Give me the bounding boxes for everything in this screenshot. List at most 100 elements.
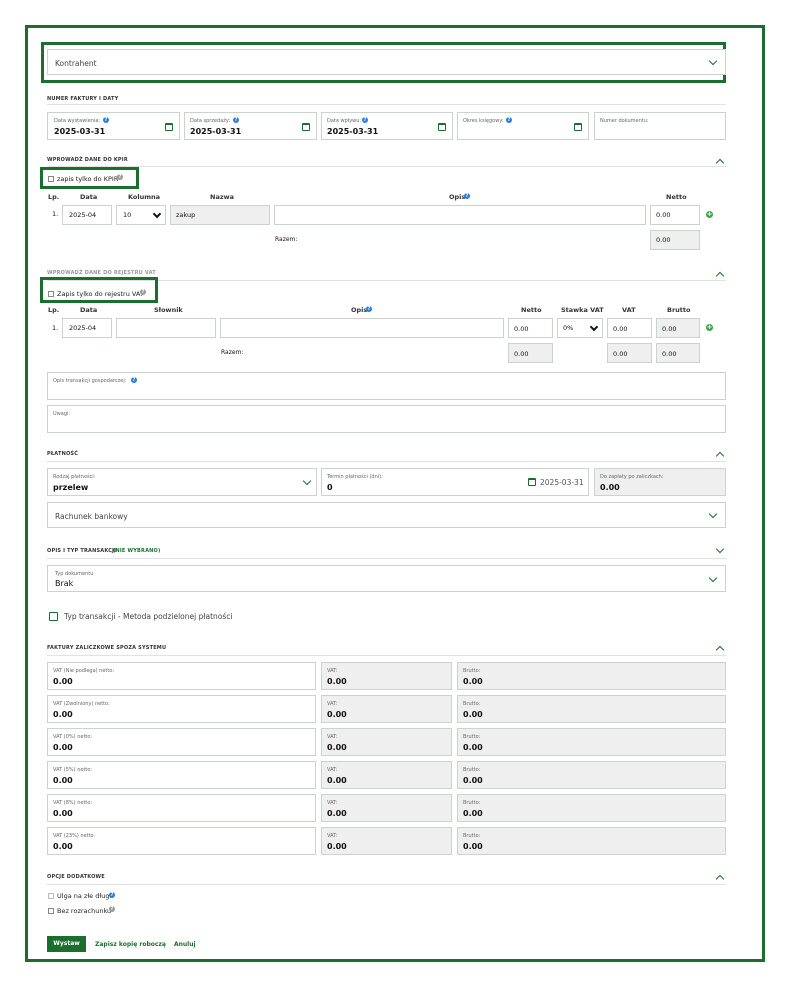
wystaw-button[interactable]: Wystaw	[47, 936, 86, 952]
zaliczka-netto-field[interactable]: VAT (0%) netto: 0.00	[47, 728, 316, 756]
calendar-icon[interactable]	[165, 123, 173, 131]
field-label: VAT (5%) netto:	[53, 767, 93, 773]
field-label: VAT:	[327, 800, 338, 806]
vat-netto-input[interactable]: 0.00	[508, 318, 553, 338]
cell-value: 2025-04	[69, 211, 97, 219]
col-netto: Netto	[666, 193, 687, 201]
opis-transakcji-field[interactable]: Opis transakcji gospodarczej: ?	[47, 372, 726, 400]
field-label: VAT (23%) netto:	[53, 833, 96, 839]
vat-data-input[interactable]: 2025-04	[62, 318, 112, 338]
kontrahent-select[interactable]: Kontrahent	[47, 49, 726, 75]
cell-value: 0.00	[613, 325, 628, 333]
field-label: Opis transakcji gospodarczej:	[53, 378, 127, 384]
calendar-icon[interactable]	[438, 123, 446, 131]
vat-vat-input[interactable]: 0.00	[607, 318, 652, 338]
field-label: Typ dokumentu	[55, 571, 94, 577]
kpir-opis-input[interactable]	[274, 205, 646, 225]
col-lp: Lp.	[48, 193, 60, 201]
field-label: Okres księgowy:	[463, 118, 504, 124]
uwagi-field[interactable]: Uwagi:	[47, 405, 726, 433]
data-wystawienia-field[interactable]: Data wystawienia: ? 2025-03-31	[47, 112, 180, 140]
termin-platnosci-field[interactable]: Termin płatności (dni): 0 2025-03-31	[321, 468, 589, 496]
info-icon: ?	[362, 117, 368, 123]
chevron-down-icon	[589, 322, 599, 332]
kontrahent-label: Kontrahent	[55, 59, 97, 68]
section-title-opis-typ: OPIS I TYP TRANSAKCJI	[47, 548, 117, 554]
add-row-icon[interactable]: +	[706, 211, 713, 218]
vat-opis-input[interactable]	[220, 318, 504, 338]
field-value: przelew	[53, 483, 89, 492]
zaliczka-brutto-field: Brutto: 0.00	[457, 827, 726, 855]
info-icon: ?	[109, 906, 115, 912]
razem-label: Razem:	[275, 236, 298, 243]
vat-razem-brutto: 0.00	[656, 343, 700, 363]
field-label: Termin płatności (dni):	[327, 474, 383, 480]
kpir-netto-input[interactable]: 0.00	[650, 205, 700, 225]
zaliczka-netto-field[interactable]: VAT (Nie podlega) netto: 0.00	[47, 662, 316, 690]
numer-dokumentu-field[interactable]: Numer dokumentu:	[594, 112, 726, 140]
cell-value: 10	[123, 211, 132, 219]
kpir-nazwa-field: zakup	[170, 205, 270, 225]
info-icon: ?	[109, 892, 115, 898]
row-lp: 1.	[52, 210, 59, 218]
kpir-kolumna-select[interactable]: 10	[116, 205, 166, 225]
zaliczka-brutto-field: Brutto: 0.00	[457, 662, 726, 690]
vat-brutto-field: 0.00	[656, 318, 700, 338]
field-value: 0.00	[53, 710, 73, 719]
calendar-icon[interactable]	[574, 123, 582, 131]
kpir-only-checkbox[interactable]	[48, 176, 54, 182]
zaliczka-netto-field[interactable]: VAT (23%) netto: 0.00	[47, 827, 316, 855]
vat-slownik-input[interactable]	[116, 318, 216, 338]
field-label: VAT:	[327, 767, 338, 773]
anuluj-link[interactable]: Anuluj	[174, 941, 196, 948]
ulga-checkbox[interactable]	[48, 893, 54, 899]
field-value: 2025-03-31	[327, 127, 379, 136]
field-label: VAT:	[327, 668, 338, 674]
kpir-razem-netto: 0.00	[650, 230, 700, 250]
zaliczka-vat-field: VAT: 0.00	[321, 695, 452, 723]
field-label: Brutto:	[463, 767, 481, 773]
cell-value: 0.00	[656, 211, 671, 219]
cell-value: 0.00	[662, 350, 677, 358]
typ-dokumentu-select[interactable]: Typ dokumentu Brak	[47, 565, 726, 592]
calendar-icon[interactable]	[302, 123, 310, 131]
field-value: 0.00	[327, 776, 347, 785]
calendar-icon[interactable]	[528, 478, 536, 486]
zaliczka-netto-field[interactable]: VAT (8%) netto: 0.00	[47, 794, 316, 822]
field-value: 2025-03-31	[190, 127, 242, 136]
info-icon: ?	[140, 289, 146, 295]
divider	[47, 166, 726, 167]
field-value: 0.00	[327, 743, 347, 752]
zaliczka-vat-field: VAT: 0.00	[321, 794, 452, 822]
info-icon: ?	[103, 117, 109, 123]
data-sprzedazy-field[interactable]: Data sprzedaży: ? 2025-03-31	[184, 112, 317, 140]
vat-only-checkbox[interactable]	[48, 291, 54, 297]
chevron-down-icon	[708, 573, 718, 583]
rachunek-bankowy-select[interactable]: Rachunek bankowy	[47, 502, 726, 528]
razem-label: Razem:	[221, 349, 244, 356]
col-nazwa: Nazwa	[210, 193, 235, 201]
zaliczka-brutto-field: Brutto: 0.00	[457, 728, 726, 756]
zaliczka-vat-field: VAT: 0.00	[321, 662, 452, 690]
zapisz-kopie-link[interactable]: Zapisz kopię roboczą	[95, 941, 166, 948]
zaliczka-netto-field[interactable]: VAT (Zwolniony) netto: 0.00	[47, 695, 316, 723]
field-value: 0.00	[463, 809, 483, 818]
data-wplywu-field[interactable]: Data wpływu: ? 2025-03-31	[321, 112, 453, 140]
field-label: Brutto:	[463, 833, 481, 839]
field-label: Data wystawienia:	[54, 118, 101, 124]
add-row-icon[interactable]: +	[706, 324, 713, 331]
field-label: VAT:	[327, 734, 338, 740]
rodzaj-platnosci-select[interactable]: Rodzaj płatności: przelew	[47, 468, 317, 496]
metoda-checkbox[interactable]	[49, 612, 58, 621]
field-value: 0.00	[327, 842, 347, 851]
okres-ksiegowy-field[interactable]: Okres księgowy: ?	[457, 112, 589, 140]
field-label: VAT:	[327, 701, 338, 707]
kpir-data-input[interactable]: 2025-04	[62, 205, 112, 225]
chevron-down-icon	[152, 209, 162, 219]
vat-stawka-select[interactable]: 0%	[557, 318, 603, 338]
chevron-down-icon	[708, 509, 718, 519]
zaliczka-netto-field[interactable]: VAT (5%) netto: 0.00	[47, 761, 316, 789]
bez-rozrachunku-label: Bez rozrachunku	[57, 907, 112, 915]
bez-rozrachunku-checkbox[interactable]	[48, 908, 54, 914]
vat-razem-netto: 0.00	[508, 343, 553, 363]
